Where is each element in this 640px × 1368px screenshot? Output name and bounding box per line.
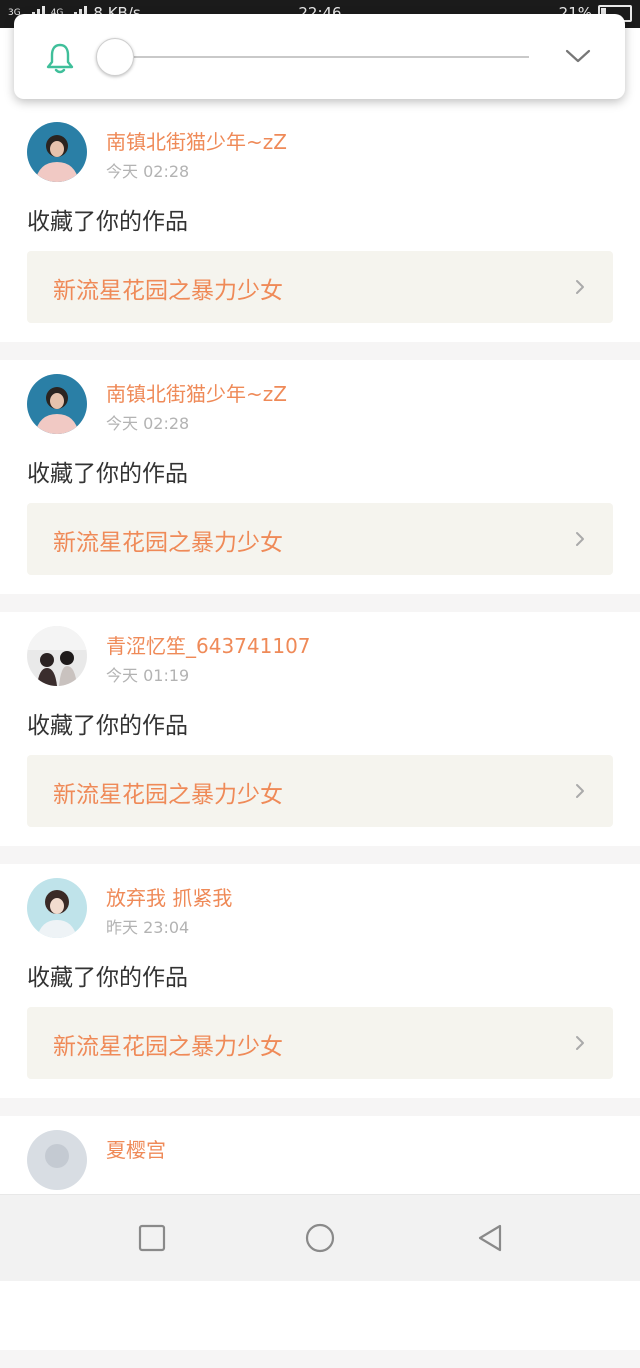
notification-card: 南镇北街猫少年~zZ 今天 02:28 收藏了你的作品 新流星花园之暴力少女 (0, 360, 640, 594)
work-link[interactable]: 新流星花园之暴力少女 (27, 755, 613, 827)
navigation-bar (0, 1194, 640, 1281)
notification-card: 青涩忆笙_643741107 今天 01:19 收藏了你的作品 新流星花园之暴力… (0, 612, 640, 846)
notification-list: 南镇北街猫少年~zZ 今天 02:28 收藏了你的作品 新流星花园之暴力少女 南… (0, 108, 640, 1368)
chevron-right-icon (576, 532, 584, 546)
username[interactable]: 青涩忆笙_643741107 (106, 630, 311, 659)
avatar[interactable] (27, 374, 87, 434)
volume-slider-track[interactable] (134, 56, 529, 58)
chevron-right-icon (576, 1036, 584, 1050)
volume-panel (14, 14, 625, 99)
action-text: 收藏了你的作品 (27, 965, 188, 991)
work-title: 新流星花园之暴力少女 (53, 782, 283, 808)
timestamp: 今天 02:28 (106, 162, 190, 181)
work-link[interactable]: 新流星花园之暴力少女 (27, 503, 613, 575)
avatar[interactable] (27, 122, 87, 182)
chevron-right-icon (576, 280, 584, 294)
username[interactable]: 南镇北街猫少年~zZ (106, 126, 287, 155)
notification-card: 南镇北街猫少年~zZ 今天 02:28 收藏了你的作品 新流星花园之暴力少女 (0, 108, 640, 342)
username[interactable]: 南镇北街猫少年~zZ (106, 378, 287, 407)
avatar[interactable] (27, 878, 87, 938)
work-title: 新流星花园之暴力少女 (53, 530, 283, 556)
work-link[interactable]: 新流星花园之暴力少女 (27, 1007, 613, 1079)
bell-icon[interactable] (45, 42, 75, 74)
timestamp: 昨天 23:04 (106, 918, 190, 937)
chevron-right-icon (576, 784, 584, 798)
timestamp: 今天 02:28 (106, 414, 190, 433)
avatar[interactable] (27, 1130, 87, 1190)
action-text: 收藏了你的作品 (27, 713, 188, 739)
work-title: 新流星花园之暴力少女 (53, 1034, 283, 1060)
volume-slider-knob[interactable] (96, 38, 134, 76)
home-icon[interactable] (304, 1222, 336, 1254)
action-text: 收藏了你的作品 (27, 209, 188, 235)
recent-apps-icon[interactable] (136, 1222, 168, 1254)
work-title: 新流星花园之暴力少女 (53, 278, 283, 304)
timestamp: 今天 01:19 (106, 666, 190, 685)
username[interactable]: 放弃我 抓紧我 (106, 882, 232, 911)
notification-card: 放弃我 抓紧我 昨天 23:04 收藏了你的作品 新流星花园之暴力少女 (0, 864, 640, 1098)
action-text: 收藏了你的作品 (27, 461, 188, 487)
back-nav-icon[interactable] (474, 1222, 506, 1254)
avatar[interactable] (27, 626, 87, 686)
work-link[interactable]: 新流星花园之暴力少女 (27, 251, 613, 323)
chevron-down-icon[interactable] (565, 48, 591, 64)
username[interactable]: 夏樱宫 (106, 1134, 166, 1163)
